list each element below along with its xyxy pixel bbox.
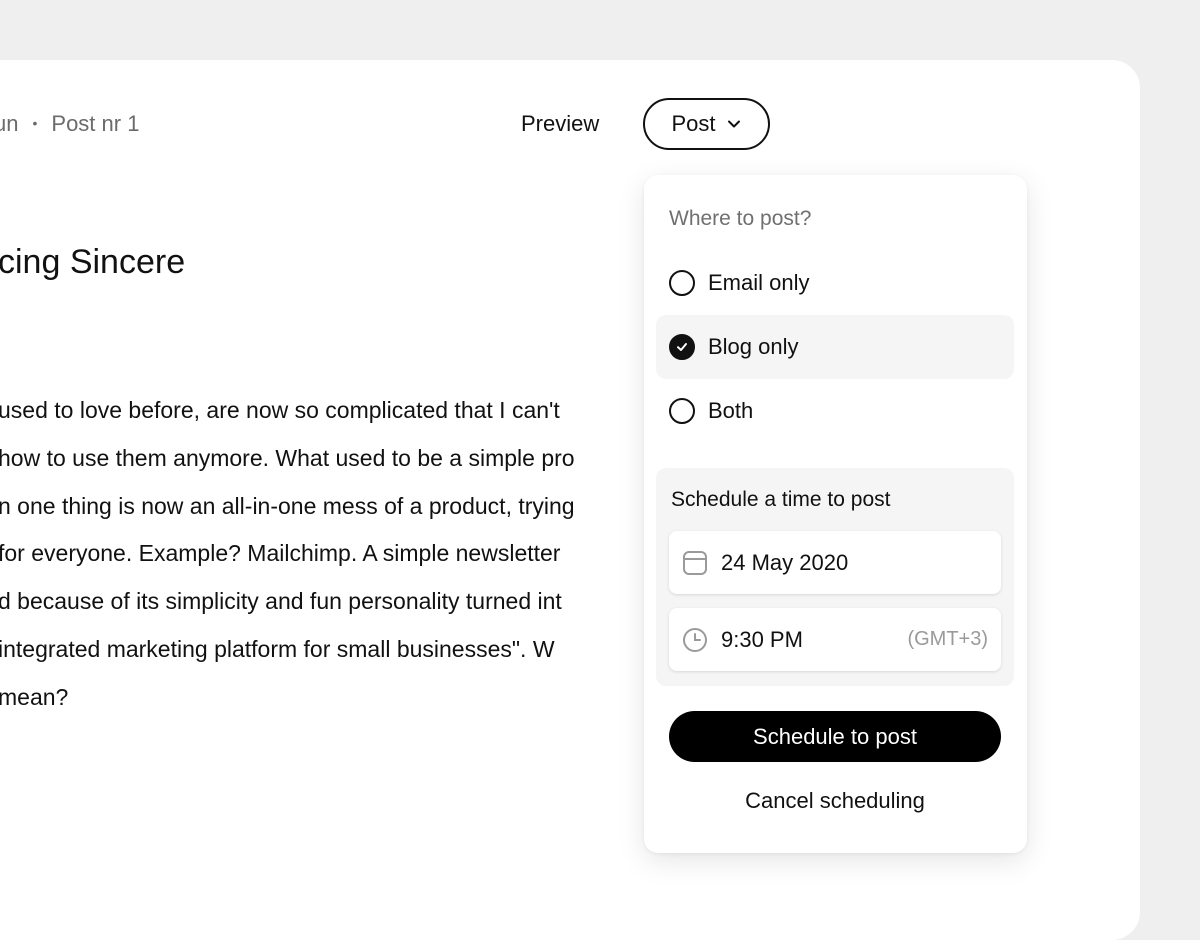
date-value: 24 May 2020 [721, 549, 849, 575]
schedule-label: Schedule a time to post [671, 488, 891, 511]
post-body[interactable]: used to love before, are now so complica… [0, 387, 648, 722]
post-button-label: Post [671, 111, 716, 136]
radio-unchecked-icon[interactable] [669, 270, 695, 296]
chevron-down-icon [727, 120, 740, 128]
body-line: for everyone. Example? Mailchimp. A simp… [0, 540, 561, 567]
body-line: n one thing is now an all-in-one mess of… [0, 492, 575, 519]
breadcrumb: un • Post nr 1 [0, 111, 139, 137]
radio-unchecked-icon[interactable] [669, 398, 695, 424]
breadcrumb-item[interactable]: un [0, 111, 18, 136]
dropdown-heading: Where to post? [669, 207, 812, 230]
body-line: d because of its simplicity and fun pers… [0, 588, 562, 615]
schedule-to-post-button[interactable]: Schedule to post [669, 711, 1001, 762]
radio-checked-icon[interactable] [669, 334, 695, 360]
body-line: how to use them anymore. What used to be… [0, 444, 575, 471]
time-value: 9:30 PM [721, 626, 803, 652]
date-field[interactable]: 24 May 2020 [669, 531, 1001, 594]
option-label: Email only [708, 270, 810, 295]
option-label: Both [708, 398, 754, 423]
clock-icon [683, 627, 707, 652]
option-both[interactable]: Both [656, 379, 1014, 443]
preview-button[interactable]: Preview [521, 111, 599, 137]
post-options-dropdown: Where to post? Email only Blog only Both… [644, 175, 1027, 853]
check-icon [677, 343, 687, 351]
option-blog-only[interactable]: Blog only [656, 315, 1014, 379]
time-field[interactable]: 9:30 PM (GMT+3) [669, 608, 1001, 671]
body-line: integrated marketing platform for small … [0, 635, 555, 662]
timezone-label: (GMT+3) [907, 628, 988, 650]
post-dropdown-button[interactable]: Post [643, 98, 770, 150]
breadcrumb-current: Post nr 1 [51, 111, 140, 136]
option-label: Blog only [708, 334, 799, 359]
post-title[interactable]: cing Sincere [0, 243, 185, 282]
option-email-only[interactable]: Email only [656, 251, 1014, 315]
body-line: mean? [0, 683, 69, 710]
calendar-icon [683, 550, 707, 575]
schedule-section: Schedule a time to post 24 May 2020 9:30… [656, 468, 1014, 686]
body-line: used to love before, are now so complica… [0, 397, 560, 423]
breadcrumb-separator: • [32, 115, 38, 131]
cancel-scheduling-button[interactable]: Cancel scheduling [669, 785, 1001, 817]
